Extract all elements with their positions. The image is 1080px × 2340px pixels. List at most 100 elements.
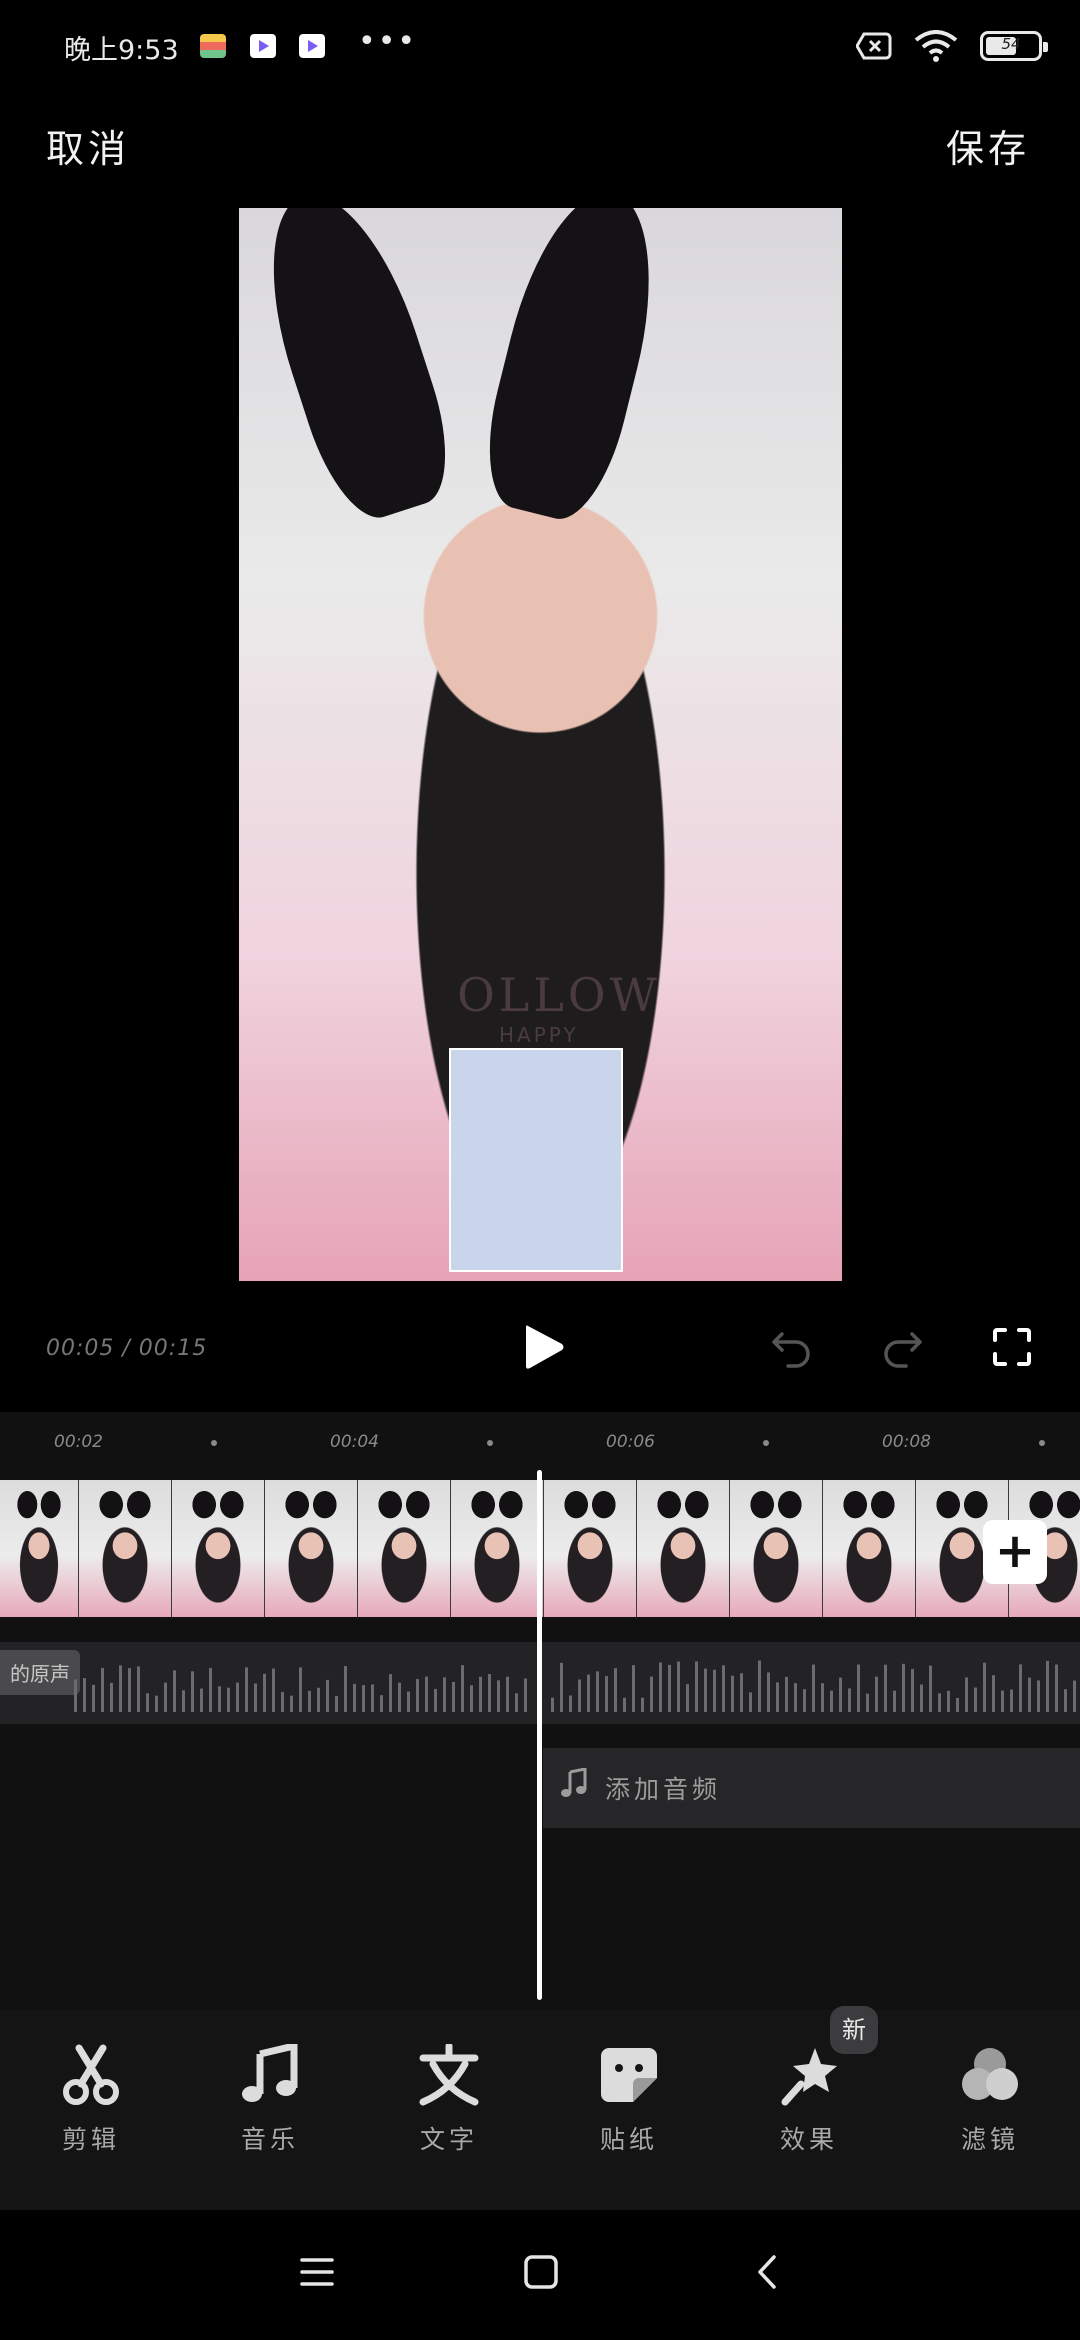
shirt-print-subtext: HAPPY: [499, 1023, 579, 1047]
waveform-bar: [668, 1664, 671, 1712]
original-audio-label: 的原声: [0, 1650, 80, 1695]
waveform-bar: [452, 1681, 455, 1712]
music-note-icon: [242, 2044, 298, 2102]
bunny-ear-right: [471, 208, 677, 529]
tool-sticker[interactable]: 贴纸: [564, 2044, 694, 2156]
tick-dot: [211, 1440, 217, 1446]
waveform-bar: [83, 1678, 86, 1712]
waveform-bar: [227, 1687, 230, 1712]
waveform-bar: [362, 1685, 365, 1712]
waveform-bar: [614, 1668, 617, 1712]
waveform-bar: [173, 1670, 176, 1712]
tool-cut[interactable]: 剪辑: [26, 2044, 156, 2156]
waveform-bar: [1055, 1664, 1058, 1712]
waveform-bar: [551, 1697, 554, 1712]
waveform-bar: [389, 1674, 392, 1712]
clip-frame: [637, 1480, 730, 1617]
add-clip-button[interactable]: +: [983, 1520, 1047, 1584]
waveform-bar: [875, 1676, 878, 1712]
redo-icon[interactable]: [880, 1328, 924, 1368]
waveform-bar: [866, 1693, 869, 1712]
timeline-playhead[interactable]: [537, 1470, 542, 2000]
waveform-bar: [524, 1678, 527, 1712]
waveform-bar: [641, 1697, 644, 1712]
clip-frame: [544, 1480, 637, 1617]
add-audio-button[interactable]: 添加音频: [543, 1748, 1080, 1828]
tool-music[interactable]: 音乐: [205, 2044, 335, 2156]
waveform-bar: [569, 1695, 572, 1712]
waveform-bar: [857, 1664, 860, 1712]
video-preview[interactable]: OLLOW HAPPY: [239, 208, 842, 1281]
waveform-bar: [308, 1690, 311, 1712]
waveform-bar: [947, 1690, 950, 1712]
shirt-print-text: OLLOW: [457, 968, 661, 1022]
waveform-bar: [164, 1682, 167, 1712]
waveform-bar: [902, 1663, 905, 1712]
waveform-bar: [425, 1676, 428, 1712]
playback-timecode: 00:05 / 00:15: [46, 1336, 208, 1361]
waveform-bar: [794, 1683, 797, 1712]
tool-label: 音乐: [240, 2125, 299, 2154]
tool-label: 贴纸: [599, 2125, 658, 2154]
back-icon[interactable]: [756, 2254, 778, 2290]
waveform-bar: [1001, 1690, 1004, 1712]
waveform-bar: [371, 1684, 374, 1712]
tool-effects[interactable]: 效果: [744, 2044, 874, 2156]
waveform-bar: [1037, 1680, 1040, 1712]
waveform-bar: [1010, 1689, 1013, 1712]
waveform-bar: [605, 1676, 608, 1712]
timeline-ruler[interactable]: 00:02 00:04 00:06 00:08: [0, 1412, 1080, 1472]
editor-toolbar: 剪辑 音乐 文字 贴纸 效果 滤镜: [0, 2010, 1080, 2210]
waveform-bar: [911, 1669, 914, 1712]
waveform-bar: [110, 1682, 113, 1712]
waveform-bar: [506, 1676, 509, 1712]
tool-text[interactable]: 文字: [384, 2044, 514, 2156]
magic-star-icon: [781, 2048, 837, 2106]
waveform-bar: [1064, 1689, 1067, 1712]
clip-frame: [730, 1480, 823, 1617]
save-button[interactable]: 保存: [946, 118, 1030, 173]
menu-icon[interactable]: [300, 2256, 334, 2288]
waveform-bar: [263, 1673, 266, 1712]
tick-label: 00:08: [882, 1432, 931, 1452]
waveform-bar: [209, 1668, 212, 1712]
waveform-bar: [434, 1688, 437, 1712]
waveform-bar: [515, 1693, 518, 1712]
tick-dot: [763, 1440, 769, 1446]
waveform-bar: [983, 1662, 986, 1712]
waveform-bar: [200, 1688, 203, 1712]
fullscreen-icon[interactable]: [992, 1327, 1032, 1367]
waveform-bar: [380, 1695, 383, 1712]
waveform-bar: [488, 1673, 491, 1712]
tick-dot: [1039, 1440, 1045, 1446]
clip-frame: [358, 1480, 451, 1617]
clip-frame: [451, 1480, 544, 1617]
bunny-ear-left: [241, 208, 467, 531]
waveform-bar: [848, 1688, 851, 1712]
waveform-bar: [74, 1679, 77, 1712]
waveform-bar: [578, 1679, 581, 1712]
waveform-bar: [119, 1665, 122, 1712]
waveform-bar: [1019, 1664, 1022, 1712]
home-icon[interactable]: [524, 2255, 558, 2289]
waveform-bar: [254, 1683, 257, 1712]
waveform-bar: [992, 1675, 995, 1712]
waveform-bar: [101, 1667, 104, 1712]
waveform-bar: [920, 1684, 923, 1712]
tool-filters[interactable]: 滤镜: [925, 2044, 1055, 2156]
play-icon[interactable]: [522, 1322, 566, 1372]
waveform-bar: [974, 1687, 977, 1712]
waveform-bar: [632, 1665, 635, 1712]
waveform-bar: [830, 1690, 833, 1712]
battery-icon: 54: [980, 31, 1048, 61]
waveform-bar: [128, 1668, 131, 1712]
waveform-bar: [821, 1683, 824, 1712]
waveform-bar: [497, 1680, 500, 1712]
undo-icon[interactable]: [770, 1328, 814, 1368]
audio-waveform: [74, 1660, 1076, 1712]
shirt-graphic: [449, 1048, 623, 1272]
cancel-button[interactable]: 取消: [46, 118, 130, 173]
waveform-bar: [740, 1673, 743, 1712]
tick-label: 00:06: [606, 1432, 655, 1452]
tick-label: 00:04: [330, 1432, 379, 1452]
